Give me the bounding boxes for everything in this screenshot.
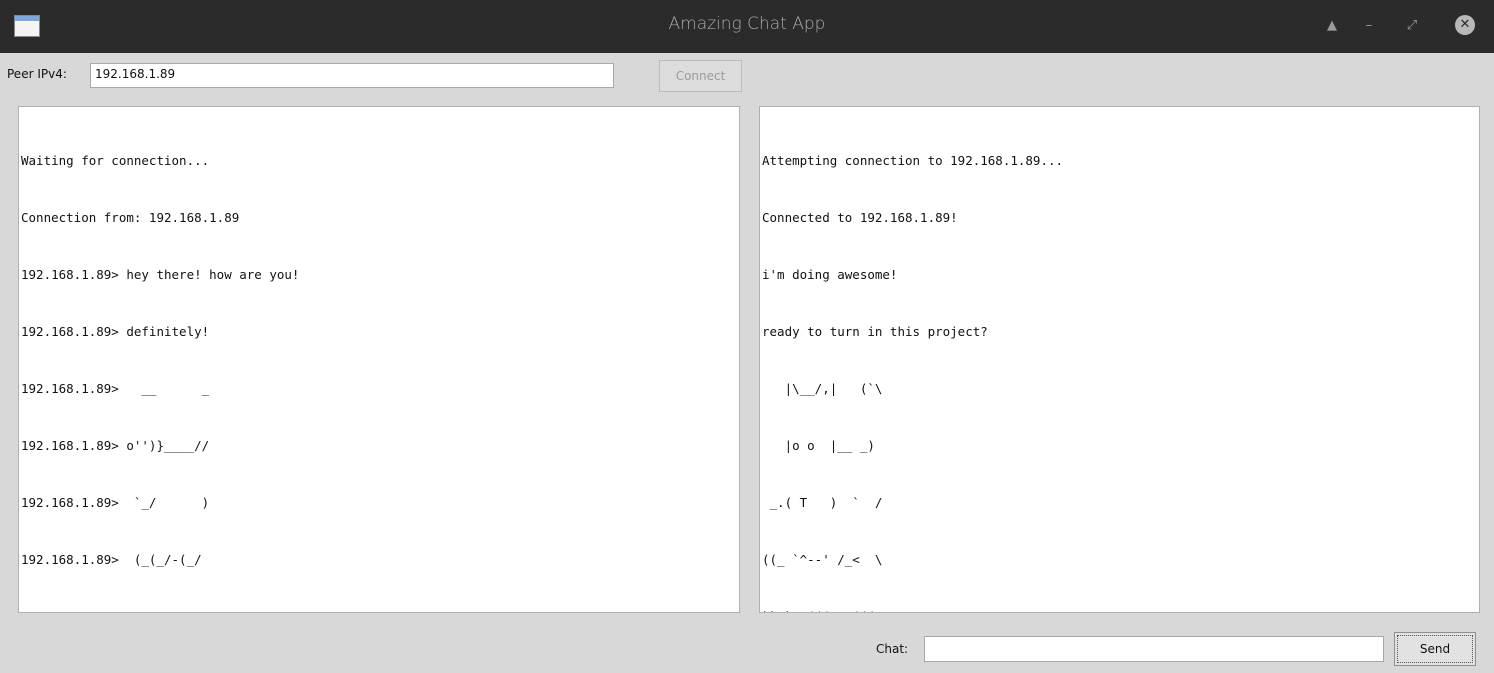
- log-line: 192.168.1.89> __ _: [21, 381, 210, 396]
- app-window: Amazing Chat App ▲ – ⤢ ✕ Peer IPv4: 192.…: [0, 0, 1494, 673]
- log-line: |o o |__ _): [762, 438, 875, 453]
- log-line: Connected to 192.168.1.89!: [762, 210, 958, 225]
- log-line: 192.168.1.89> definitely!: [21, 324, 210, 339]
- chat-input[interactable]: [924, 636, 1384, 662]
- maximize-icon[interactable]: ⤢: [1403, 18, 1421, 34]
- log-line: 192.168.1.89> `_/ ): [21, 495, 210, 510]
- chat-label: Chat:: [876, 642, 909, 656]
- title-bar[interactable]: Amazing Chat App ▲ – ⤢ ✕: [0, 0, 1494, 53]
- log-line: Attempting connection to 192.168.1.89...: [762, 153, 1064, 168]
- peer-ipv4-label: Peer IPv4:: [7, 67, 67, 81]
- log-line: _.( T ) ` /: [762, 495, 883, 510]
- log-line: ((_ `^--' /_< \: [762, 552, 883, 567]
- close-icon[interactable]: ✕: [1455, 15, 1475, 35]
- left-message-log[interactable]: Waiting for connection... Connection fro…: [18, 106, 740, 613]
- send-button[interactable]: Send: [1394, 632, 1476, 666]
- right-message-log[interactable]: Attempting connection to 192.168.1.89...…: [759, 106, 1480, 613]
- log-line: Waiting for connection...: [21, 153, 210, 168]
- peer-ipv4-input[interactable]: 192.168.1.89: [90, 63, 614, 88]
- connect-button[interactable]: Connect: [659, 60, 742, 92]
- log-line: ready to turn in this project?: [762, 324, 988, 339]
- log-line: 192.168.1.89> hey there! how are you!: [21, 267, 300, 282]
- shade-icon[interactable]: ▲: [1323, 18, 1341, 34]
- minimize-icon[interactable]: –: [1360, 18, 1378, 34]
- log-line: Connection from: 192.168.1.89: [21, 210, 240, 225]
- log-line: i'm doing awesome!: [762, 267, 898, 282]
- log-line: 192.168.1.89> o'')}____//: [21, 438, 210, 453]
- log-line: 192.168.1.89> (_(_/-(_/: [21, 552, 202, 567]
- log-line: `` `-'(((/ (((/: [762, 607, 1477, 612]
- window-title: Amazing Chat App: [668, 14, 826, 34]
- log-line: |\__/,| (`\: [762, 381, 883, 396]
